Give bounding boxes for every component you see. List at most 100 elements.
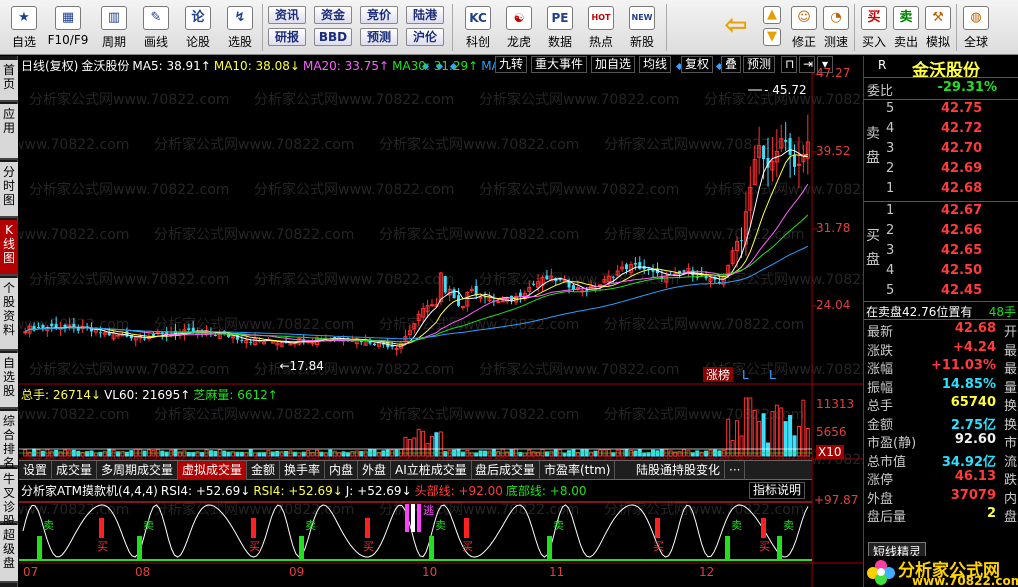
order-notice-text: 在卖盘42.76位置有 [866, 305, 973, 319]
order-level: 2 [886, 161, 895, 176]
sell-order-row[interactable]: 2 42.69 [864, 161, 1018, 181]
order-price: 42.70 [941, 141, 983, 156]
quote-stat-suffix: 跌 [1003, 473, 1017, 488]
left-tab-8[interactable]: 超级盘 [0, 525, 18, 583]
indicator-tab[interactable]: 盘后成交量 [471, 461, 541, 480]
toolbar-pen-button[interactable]: ✎ 画线 [136, 4, 176, 52]
toolbar-speed-test-button[interactable]: ◔ 测速 [820, 4, 852, 52]
toolbar-pair: 资讯 研报 [268, 6, 306, 50]
chart-top-button[interactable]: 叠 [721, 56, 742, 73]
sell-order-row[interactable]: 4 42.72 [864, 121, 1018, 141]
left-tab-5[interactable]: 自选股 [0, 353, 18, 409]
toolbar-pair: 陆港 沪伦 [406, 6, 444, 50]
volume-bar [593, 450, 598, 457]
buy-order-row[interactable]: 1 42.67 [864, 203, 1018, 223]
toolbar-simulate-button[interactable]: ⚒ 模拟 [922, 4, 954, 52]
indicator-tab[interactable]: 市盈率(ttm) [540, 461, 616, 480]
price-axis-label: 31.78 [816, 221, 851, 235]
toolbar-pair-bottom-button[interactable]: BBD [314, 28, 352, 46]
chart-top-button[interactable]: 加自选 [591, 56, 636, 73]
indicator-legend-item: RSI4: +52.69↓ [160, 484, 251, 498]
toolbar-pair-bottom-button[interactable]: 研报 [268, 28, 306, 46]
toolbar-correct-button[interactable]: ☺ 修正 [788, 4, 820, 52]
indicator-tab[interactable]: ··· [725, 461, 746, 480]
volume-bar [761, 413, 766, 457]
indicator-legend: 分析家ATM摸款机(4,4,4) RSI4: +52.69↓ RSI4: +52.6… [21, 482, 590, 498]
indicator-tab[interactable]: 内盘 [325, 461, 359, 480]
toolbar-grid-button[interactable]: ▦ F10/F9 [46, 4, 90, 52]
order-level: 4 [886, 121, 895, 136]
buy-order-row[interactable]: 5 42.45 [864, 283, 1018, 303]
indicator-tab[interactable]: 成交量 [52, 461, 98, 480]
sell-order-row[interactable]: 3 42.70 [864, 141, 1018, 161]
indicator-tab[interactable]: 换手率 [280, 461, 326, 480]
toolbar-pair-top-button[interactable]: 资金 [314, 6, 352, 24]
candle-body [443, 276, 447, 293]
toolbar-sell-button[interactable]: 卖卖出 [890, 4, 922, 52]
toolbar-pair-bottom-button[interactable]: 沪伦 [406, 28, 444, 46]
lock-icon[interactable]: ⊓ [781, 56, 797, 73]
left-vertical-tabs: 首页 应用分时图 K线图个股资料自选股综合排名 牛叉诊股 超级盘 [0, 56, 18, 587]
toolbar-globe-button[interactable]: ◍ 全球 [960, 4, 992, 52]
back-button[interactable]: ⇦ [716, 4, 756, 52]
toolbar-pe-data-button[interactable]: PE 数据 [540, 4, 580, 52]
volume-bar [284, 451, 289, 457]
toolbar-pair-bottom-button[interactable]: 预测 [360, 28, 398, 46]
toolbar-buy-button[interactable]: 买买入 [858, 4, 890, 52]
toolbar-star-board-button[interactable]: KC 科创 [458, 4, 498, 52]
zhangbang-text: 涨榜 [706, 367, 730, 382]
indicator-tab[interactable]: 外盘 [358, 461, 392, 480]
buy-order-row[interactable]: 2 42.66 [864, 223, 1018, 243]
toolbar-discuss-button[interactable]: 论论股 [178, 4, 218, 52]
volume-bar [142, 450, 147, 457]
chart-top-button[interactable]: 复权 [681, 56, 714, 73]
toolbar-select-stock-button[interactable]: ↯ 选股 [220, 4, 260, 52]
indicator-tab[interactable]: 金额 [247, 461, 281, 480]
buy-order-row[interactable]: 3 42.65 [864, 243, 1018, 263]
indicator-tab[interactable]: 多周期成交量 [97, 461, 179, 480]
chart-top-button[interactable]: 均线 [639, 56, 672, 73]
chart-top-button[interactable]: 预测 [743, 56, 776, 73]
volume-bar [677, 451, 682, 457]
quote-stat-value: 2 [986, 506, 996, 521]
down-arrow-icon[interactable]: ▼ [763, 28, 781, 46]
toolbar-pair-top-button[interactable]: 资讯 [268, 6, 306, 24]
toolbar-period-button[interactable]: ▥ 周期 [94, 4, 134, 52]
quote-stat-value: +11.03% [930, 358, 996, 373]
quote-stat-suffix: 最 [1003, 343, 1017, 359]
buy-order-row[interactable]: 4 42.50 [864, 263, 1018, 283]
candle-body [143, 338, 147, 340]
toolbar-pair: 竞价 预测 [360, 6, 398, 50]
toolbar-hot-spot-button[interactable]: HOT 热点 [581, 4, 621, 52]
pin-icon[interactable]: ⇥ [799, 56, 815, 73]
quote-stat-row: 涨幅 +11.03% 最 [864, 358, 1018, 377]
left-tab-6[interactable]: 综合排名 [0, 411, 18, 470]
quote-stat-label: 总手 [867, 399, 894, 414]
indicator-help-button[interactable]: 指标说明 [749, 482, 806, 499]
toolbar-label: 新股 [629, 35, 654, 49]
left-tab-4[interactable]: 个股资料 [0, 278, 18, 351]
sell-order-row[interactable]: 1 42.68 [864, 181, 1018, 201]
indicator-tab[interactable]: AI立桩成交量 [391, 461, 472, 480]
left-tab-1[interactable]: 应用 [0, 104, 18, 160]
candle-body [545, 275, 549, 280]
toolbar-new-stock-button[interactable]: NEW 新股 [622, 4, 662, 52]
kline-chart-canvas[interactable]: 分析家公式网www.70822.com 分析家公式网www.70822.com 分析… [19, 56, 863, 587]
indicator-tab[interactable]: 设置 [19, 461, 53, 480]
volume-bar [213, 450, 218, 457]
toolbar-dragon-tiger-button[interactable]: ☯ 龙虎 [499, 4, 539, 52]
chart-top-button[interactable]: 重大事件 [531, 56, 588, 73]
up-arrow-icon[interactable]: ▲ [763, 6, 781, 24]
indicator-tab[interactable]: 虚拟成交量 [178, 461, 248, 480]
toolbar-star-button[interactable]: ★ 自选 [4, 4, 44, 52]
toolbar-pair-top-button[interactable]: 竞价 [360, 6, 398, 24]
left-tab-0[interactable]: 首页 [0, 60, 18, 102]
left-tab-7[interactable]: 牛叉诊股 [0, 469, 18, 528]
toolbar-pair-top-button[interactable]: 陆港 [406, 6, 444, 24]
indicator-tab[interactable]: 陆股通持股变化 [632, 461, 726, 480]
watermark-text: 分析家公式网www.70822.com [29, 271, 229, 288]
left-tab-3[interactable]: K线图 [0, 220, 18, 276]
left-tab-2[interactable]: 分时图 [0, 162, 18, 218]
sell-order-row[interactable]: 5 42.75 [864, 101, 1018, 121]
chart-top-button[interactable]: 九转 [495, 56, 528, 73]
